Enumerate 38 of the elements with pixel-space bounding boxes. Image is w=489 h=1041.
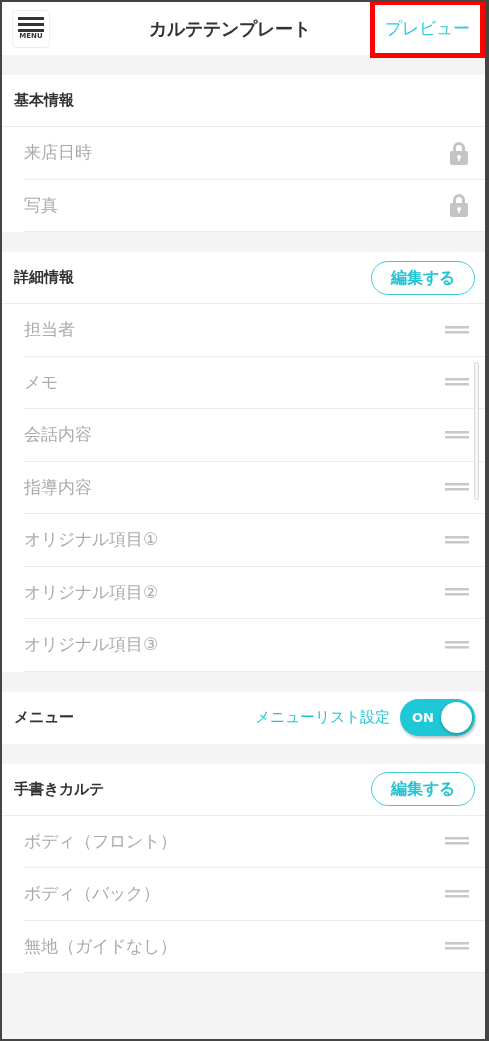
field-label: ボディ（フロント） <box>24 829 177 853</box>
page-title: カルテテンプレート <box>149 17 311 41</box>
field-label: 指導内容 <box>24 475 92 499</box>
preview-button[interactable]: プレビュー <box>370 2 485 58</box>
edit-button[interactable]: 編集する <box>371 260 475 295</box>
drag-handle-icon[interactable] <box>445 483 469 492</box>
field-label: メモ <box>24 370 58 394</box>
scrollbar[interactable] <box>474 362 479 500</box>
toggle-label: ON <box>412 708 434 727</box>
drag-handle-icon[interactable] <box>445 535 469 544</box>
field-label: オリジナル項目② <box>24 580 159 604</box>
menu-list-settings-link[interactable]: メニューリスト設定 <box>255 706 390 729</box>
field-label: 会話内容 <box>24 423 92 446</box>
edit-button[interactable]: 編集する <box>371 772 475 806</box>
section-title: 手書きカルテ <box>14 778 104 800</box>
drag-handle-icon[interactable] <box>445 889 469 898</box>
field-label: 無地（ガイドなし） <box>24 934 177 958</box>
lock-icon <box>449 140 469 165</box>
toggle-knob <box>441 702 472 733</box>
lock-icon <box>449 193 469 218</box>
section-title: メニュー <box>14 707 74 729</box>
menu-icon <box>18 17 44 32</box>
drag-handle-icon[interactable] <box>445 588 469 597</box>
drag-handle-icon[interactable] <box>445 837 469 846</box>
drag-handle-icon[interactable] <box>445 942 469 951</box>
section-title: 詳細情報 <box>14 267 74 289</box>
toggle-switch[interactable]: ON <box>400 699 475 736</box>
drag-handle-icon[interactable] <box>445 430 469 439</box>
field-label: オリジナル項目③ <box>24 633 159 656</box>
field-label: オリジナル項目① <box>24 528 159 551</box>
field-label: 担当者 <box>24 318 75 341</box>
field-label: 来店日時 <box>24 141 92 164</box>
drag-handle-icon[interactable] <box>445 378 469 387</box>
drag-handle-icon[interactable] <box>445 640 469 649</box>
field-label: 写真 <box>24 193 58 217</box>
section-title: 基本情報 <box>14 90 74 112</box>
drag-handle-icon[interactable] <box>445 325 469 334</box>
field-label: ボディ（バック） <box>24 882 160 905</box>
